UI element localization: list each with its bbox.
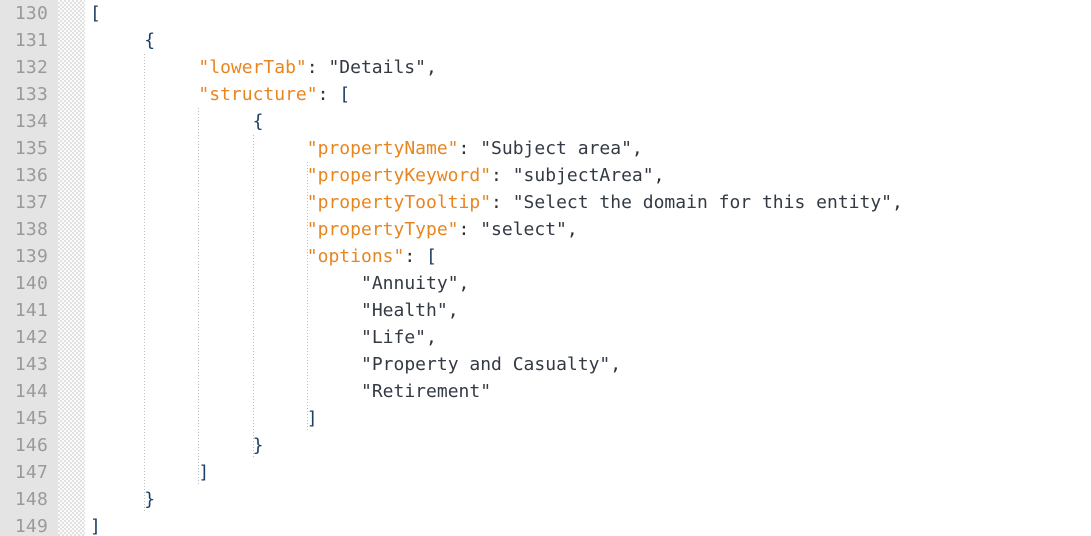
json-bracket: ] (306, 408, 318, 429)
json-key: "lowerTab" (198, 57, 307, 78)
json-bracket: { (252, 111, 264, 132)
json-bracket: ] (198, 462, 210, 483)
line-number: 130 (14, 3, 48, 24)
json-punctuation: , (653, 165, 665, 186)
json-punctuation: , (426, 327, 437, 348)
json-punctuation: : (404, 246, 427, 267)
json-punctuation: , (426, 57, 437, 78)
code-line[interactable]: "Health", (361, 297, 459, 324)
code-folding-gutter[interactable] (58, 0, 143, 536)
json-key: "propertyTooltip" (306, 192, 492, 213)
json-key: "structure" (198, 84, 318, 105)
json-bracket: } (252, 435, 264, 456)
json-bracket: [ (339, 84, 351, 105)
json-punctuation: , (566, 219, 578, 240)
json-punctuation: , (631, 138, 643, 159)
json-string-value: "Property and Casualty" (361, 354, 611, 375)
json-string-value: "select" (480, 219, 567, 240)
code-line[interactable]: "structure": [ (198, 81, 350, 108)
json-punctuation: : (491, 165, 513, 186)
json-key: "options" (306, 246, 405, 267)
code-line[interactable]: "propertyType": "select", (307, 216, 578, 243)
json-string-value: "subjectArea" (512, 165, 654, 186)
json-punctuation: : (306, 57, 329, 78)
line-number: 133 (14, 84, 48, 105)
json-key: "propertyName" (306, 138, 459, 159)
code-line[interactable]: "Retirement" (361, 378, 491, 405)
json-key: "propertyKeyword" (306, 165, 492, 186)
indent-guide (144, 54, 146, 513)
code-line[interactable]: ] (90, 513, 101, 536)
json-punctuation: , (892, 192, 903, 213)
json-bracket: } (144, 489, 156, 510)
json-punctuation: , (458, 273, 470, 294)
line-number: 147 (14, 462, 48, 483)
json-punctuation: , (610, 354, 622, 375)
json-bracket: [ (426, 246, 437, 267)
code-line[interactable]: "propertyName": "Subject area", (307, 135, 643, 162)
code-line[interactable]: [ (90, 0, 101, 27)
indent-guide (306, 162, 308, 432)
code-line[interactable]: { (253, 108, 264, 135)
json-punctuation: : (458, 219, 481, 240)
line-number: 137 (14, 192, 48, 213)
code-line[interactable]: "propertyKeyword": "subjectArea", (307, 162, 665, 189)
line-number: 135 (14, 138, 48, 159)
line-number: 138 (14, 219, 48, 240)
json-punctuation: , (447, 300, 459, 321)
line-number: 141 (14, 300, 48, 321)
line-number: 144 (14, 381, 48, 402)
json-bracket: ] (90, 516, 101, 536)
line-number-gutter: 130 131 132 133 134 135 136 137 138 139 140 141 142 1… (0, 0, 58, 536)
line-number: 140 (14, 273, 48, 294)
json-punctuation: : (458, 138, 481, 159)
json-string-value: "Subject area" (480, 138, 632, 159)
code-line[interactable]: "Property and Casualty", (361, 351, 621, 378)
code-line[interactable]: "propertyTooltip": "Select the domain fo… (307, 189, 903, 216)
line-number: 134 (14, 111, 48, 132)
json-key: "propertyType" (306, 219, 459, 240)
json-string-value: "Details" (328, 57, 426, 78)
json-bracket: { (144, 30, 156, 51)
line-number: 143 (14, 354, 48, 375)
line-number: 149 (14, 516, 48, 536)
json-string-value: "Life" (361, 327, 427, 348)
json-string-value: "Select the domain for this entity" (512, 192, 893, 213)
line-number: 146 (14, 435, 48, 456)
json-punctuation: : (491, 192, 513, 213)
code-line[interactable]: "Annuity", (361, 270, 469, 297)
json-punctuation: : (317, 84, 340, 105)
indent-guide (198, 108, 200, 486)
code-editor[interactable]: 130 131 132 133 134 135 136 137 138 139 140 141 142 1… (0, 0, 1091, 536)
line-number: 148 (14, 489, 48, 510)
code-line[interactable]: "lowerTab": "Details", (198, 54, 436, 81)
indent-guide (252, 135, 254, 459)
line-number: 145 (14, 408, 48, 429)
code-line[interactable]: "options": [ (307, 243, 437, 270)
json-bracket: [ (90, 3, 101, 24)
code-line[interactable]: ] (198, 459, 209, 486)
code-line[interactable]: } (144, 486, 155, 513)
code-line[interactable]: "Life", (361, 324, 437, 351)
json-string-value: "Retirement" (361, 381, 492, 402)
code-line[interactable]: { (144, 27, 155, 54)
code-line[interactable]: } (253, 432, 264, 459)
json-string-value: "Annuity" (361, 273, 459, 294)
line-number: 139 (14, 246, 48, 267)
line-number: 136 (14, 165, 48, 186)
code-line[interactable]: ] (307, 405, 318, 432)
line-number: 131 (14, 30, 48, 51)
line-number: 142 (14, 327, 48, 348)
code-text-area[interactable]: [{"lowerTab": "Details", "structure": [{"… (85, 0, 1091, 536)
line-number: 132 (14, 57, 48, 78)
json-string-value: "Health" (361, 300, 448, 321)
